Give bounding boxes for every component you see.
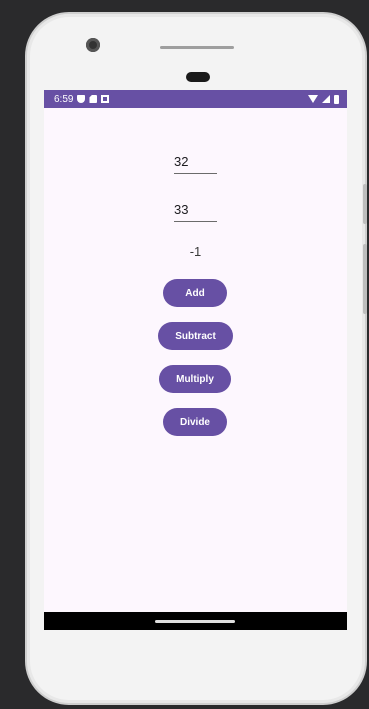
first-number-input[interactable] <box>174 154 217 174</box>
status-right <box>308 94 339 104</box>
status-bar: 6:59 <box>44 90 347 108</box>
speaker-grille <box>160 46 234 49</box>
result-text: -1 <box>189 244 202 259</box>
sd-card-icon <box>89 95 98 103</box>
photo-icon <box>101 95 110 103</box>
power-button <box>363 184 367 224</box>
status-time: 6:59 <box>54 93 74 105</box>
add-button[interactable]: Add <box>163 279 227 307</box>
app-screen: 6:59 -1 Add Subtract Multiply Divide <box>44 90 347 630</box>
shield-icon <box>77 95 86 103</box>
wifi-icon <box>308 95 318 103</box>
navigation-bar <box>44 612 347 630</box>
earpiece <box>186 72 210 82</box>
signal-icon <box>322 95 330 103</box>
second-number-input[interactable] <box>174 202 217 222</box>
divide-button[interactable]: Divide <box>163 408 227 436</box>
multiply-button[interactable]: Multiply <box>159 365 231 393</box>
status-left: 6:59 <box>54 93 110 105</box>
volume-button <box>363 244 367 314</box>
subtract-button[interactable]: Subtract <box>158 322 233 350</box>
home-gesture-handle[interactable] <box>155 620 235 623</box>
battery-icon <box>334 94 339 104</box>
camera-icon <box>86 38 100 52</box>
